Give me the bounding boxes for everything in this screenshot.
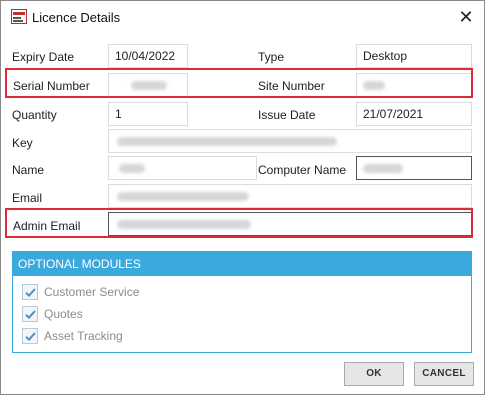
serial-number-label: Serial Number (13, 79, 90, 93)
optional-modules-header: OPTIONAL MODULES (13, 252, 471, 276)
name-label: Name (12, 163, 45, 177)
customer-service-label: Customer Service (44, 285, 140, 299)
customer-service-checkbox[interactable] (22, 284, 38, 300)
email-label: Email (12, 191, 43, 205)
computer-name-redacted (363, 164, 403, 173)
type-field[interactable]: Desktop (356, 44, 472, 68)
expiry-date-value: 10/04/2022 (115, 49, 176, 63)
quotes-label: Quotes (44, 307, 83, 321)
checkmark-icon (25, 332, 36, 342)
type-value: Desktop (363, 49, 408, 63)
computer-name-field[interactable] (356, 156, 472, 180)
name-field[interactable] (108, 156, 257, 180)
key-label: Key (12, 136, 33, 150)
admin-email-redacted (117, 220, 251, 229)
ok-button[interactable]: OK (344, 362, 404, 386)
title-bar: Licence Details ✕ (1, 1, 484, 33)
email-field[interactable] (108, 184, 472, 208)
admin-email-field[interactable] (108, 212, 472, 236)
optional-modules-panel: OPTIONAL MODULES Customer Service Quotes… (12, 251, 472, 353)
quantity-label: Quantity (12, 108, 57, 122)
issue-date-field[interactable]: 21/07/2021 (356, 102, 472, 126)
serial-number-redacted (131, 81, 167, 90)
expiry-date-label: Expiry Date (12, 50, 75, 64)
checkmark-icon (25, 288, 36, 298)
site-number-field[interactable] (356, 73, 472, 97)
site-number-label: Site Number (258, 79, 325, 93)
issue-date-label: Issue Date (258, 108, 316, 122)
asset-tracking-label: Asset Tracking (44, 329, 123, 343)
email-redacted (117, 192, 249, 201)
licence-details-dialog: Licence Details ✕ Expiry Date 10/04/2022… (0, 0, 485, 395)
key-field[interactable] (108, 129, 472, 153)
expiry-date-field[interactable]: 10/04/2022 (108, 44, 188, 68)
quotes-checkbox[interactable] (22, 306, 38, 322)
site-number-redacted (363, 81, 385, 90)
serial-number-field[interactable] (108, 73, 188, 97)
checkmark-icon (25, 310, 36, 320)
name-redacted (119, 164, 145, 173)
computer-name-label: Computer Name (258, 163, 347, 177)
quantity-value: 1 (115, 107, 122, 121)
key-redacted (117, 137, 337, 146)
issue-date-value: 21/07/2021 (363, 107, 424, 121)
cancel-button[interactable]: CANCEL (414, 362, 474, 386)
quantity-field[interactable]: 1 (108, 102, 188, 126)
licence-app-icon (11, 9, 27, 24)
type-label: Type (258, 50, 285, 64)
asset-tracking-checkbox[interactable] (22, 328, 38, 344)
close-icon: ✕ (458, 7, 474, 27)
admin-email-label: Admin Email (13, 219, 81, 233)
window-title: Licence Details (32, 10, 121, 25)
close-button[interactable]: ✕ (451, 4, 481, 30)
